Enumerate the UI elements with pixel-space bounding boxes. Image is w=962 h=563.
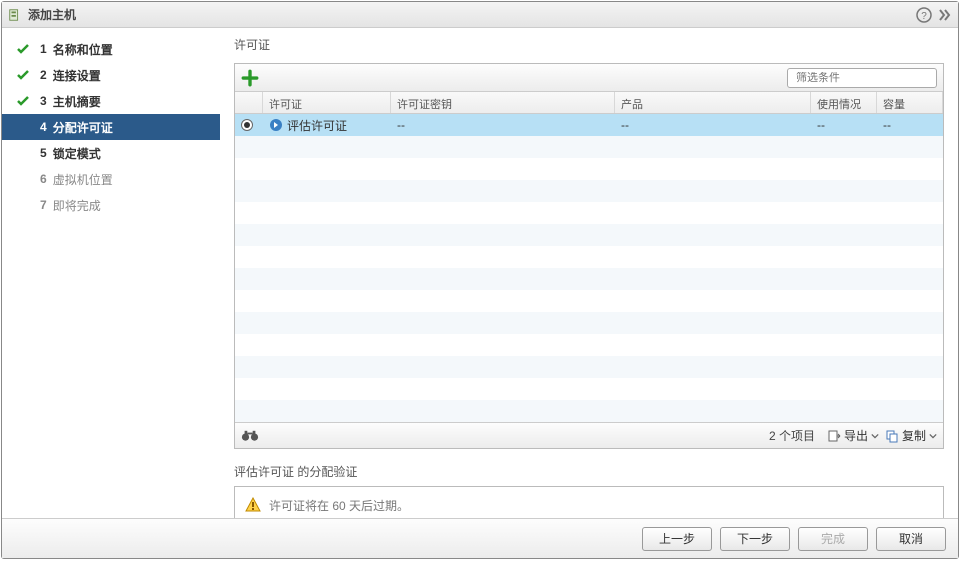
- license-toolbar: [235, 64, 943, 92]
- chevron-down-icon: [929, 429, 937, 443]
- license-panel: 许可证 许可证密钥 产品 使用情况 容量 评估许可证-------- 2 个项目: [234, 63, 944, 449]
- license-name: 评估许可证: [287, 117, 347, 134]
- validation-message: 许可证将在 60 天后过期。: [269, 497, 409, 514]
- table-row: [235, 378, 943, 400]
- check-icon: [16, 120, 30, 134]
- export-button[interactable]: 导出: [827, 427, 879, 444]
- filter-box[interactable]: [787, 68, 937, 88]
- col-header-key[interactable]: 许可证密钥: [391, 92, 615, 113]
- table-row: [235, 268, 943, 290]
- check-icon: [16, 146, 30, 160]
- col-header-license[interactable]: 许可证: [263, 92, 391, 113]
- license-table-header: 许可证 许可证密钥 产品 使用情况 容量: [235, 92, 943, 114]
- step-label: 分配许可证: [53, 119, 113, 136]
- copy-button[interactable]: 复制: [885, 427, 937, 444]
- cancel-button[interactable]: 取消: [876, 527, 946, 551]
- table-row[interactable]: 评估许可证--------: [235, 114, 943, 136]
- table-row: [235, 224, 943, 246]
- step-label: 锁定模式: [53, 145, 101, 162]
- warning-icon: [245, 497, 261, 513]
- col-header-product[interactable]: 产品: [615, 92, 811, 113]
- wizard-step-3[interactable]: 3主机摘要: [2, 88, 220, 114]
- chevron-down-icon: [871, 429, 879, 443]
- step-label: 即将完成: [53, 197, 101, 214]
- finish-button[interactable]: 完成: [798, 527, 868, 551]
- table-row: [235, 334, 943, 356]
- step-label: 虚拟机位置: [53, 171, 113, 188]
- table-row: [235, 356, 943, 378]
- license-table-footer: 2 个项目 导出 复制: [235, 422, 943, 448]
- table-row: [235, 158, 943, 180]
- wizard-step-7: 7即将完成: [2, 192, 220, 218]
- main-area: 1名称和位置2连接设置3主机摘要4分配许可证5锁定模式6虚拟机位置7即将完成 许…: [2, 28, 958, 518]
- table-row: [235, 202, 943, 224]
- svg-text:?: ?: [921, 11, 927, 22]
- table-row: [235, 290, 943, 312]
- table-row: [235, 400, 943, 422]
- wizard-step-4[interactable]: 4分配许可证: [2, 114, 220, 140]
- copy-icon: [885, 429, 899, 443]
- add-license-button[interactable]: [241, 69, 259, 87]
- help-icon[interactable]: ?: [916, 7, 932, 23]
- check-icon: [16, 198, 30, 212]
- wizard-step-6: 6虚拟机位置: [2, 166, 220, 192]
- validation-title: 评估许可证 的分配验证: [234, 463, 944, 480]
- expand-icon[interactable]: [936, 7, 952, 23]
- table-row: [235, 180, 943, 202]
- step-label: 连接设置: [53, 67, 101, 84]
- wizard-window: 添加主机 ? 1名称和位置2连接设置3主机摘要4分配许可证5锁定模式6虚拟机位置…: [1, 1, 959, 559]
- filter-input[interactable]: [796, 72, 938, 84]
- step-label: 名称和位置: [53, 41, 113, 58]
- next-button[interactable]: 下一步: [720, 527, 790, 551]
- window-title: 添加主机: [28, 6, 912, 23]
- table-row[interactable]: [235, 136, 943, 158]
- col-header-usage[interactable]: 使用情况: [811, 92, 877, 113]
- table-row: [235, 246, 943, 268]
- check-icon: [16, 42, 30, 56]
- validation-box: 许可证将在 60 天后过期。: [234, 486, 944, 518]
- wizard-step-1[interactable]: 1名称和位置: [2, 36, 220, 62]
- button-bar: 上一步 下一步 完成 取消: [2, 518, 958, 558]
- binoculars-icon[interactable]: [241, 429, 259, 443]
- license-section-title: 许可证: [234, 36, 944, 53]
- wizard-step-5: 5锁定模式: [2, 140, 220, 166]
- wizard-steps-sidebar: 1名称和位置2连接设置3主机摘要4分配许可证5锁定模式6虚拟机位置7即将完成: [2, 28, 220, 518]
- check-icon: [16, 94, 30, 108]
- export-icon: [827, 429, 841, 443]
- check-icon: [16, 172, 30, 186]
- step-label: 主机摘要: [53, 93, 101, 110]
- arrow-right-circle-icon: [269, 118, 283, 132]
- items-count: 2 个项目: [769, 427, 815, 444]
- radio-button[interactable]: [241, 119, 253, 131]
- license-table-body: 评估许可证--------: [235, 114, 943, 422]
- host-icon: [8, 8, 22, 22]
- content-area: 许可证: [220, 28, 958, 518]
- back-button[interactable]: 上一步: [642, 527, 712, 551]
- wizard-step-2[interactable]: 2连接设置: [2, 62, 220, 88]
- table-row: [235, 312, 943, 334]
- titlebar: 添加主机 ?: [2, 2, 958, 28]
- check-icon: [16, 68, 30, 82]
- col-header-capacity[interactable]: 容量: [877, 92, 943, 113]
